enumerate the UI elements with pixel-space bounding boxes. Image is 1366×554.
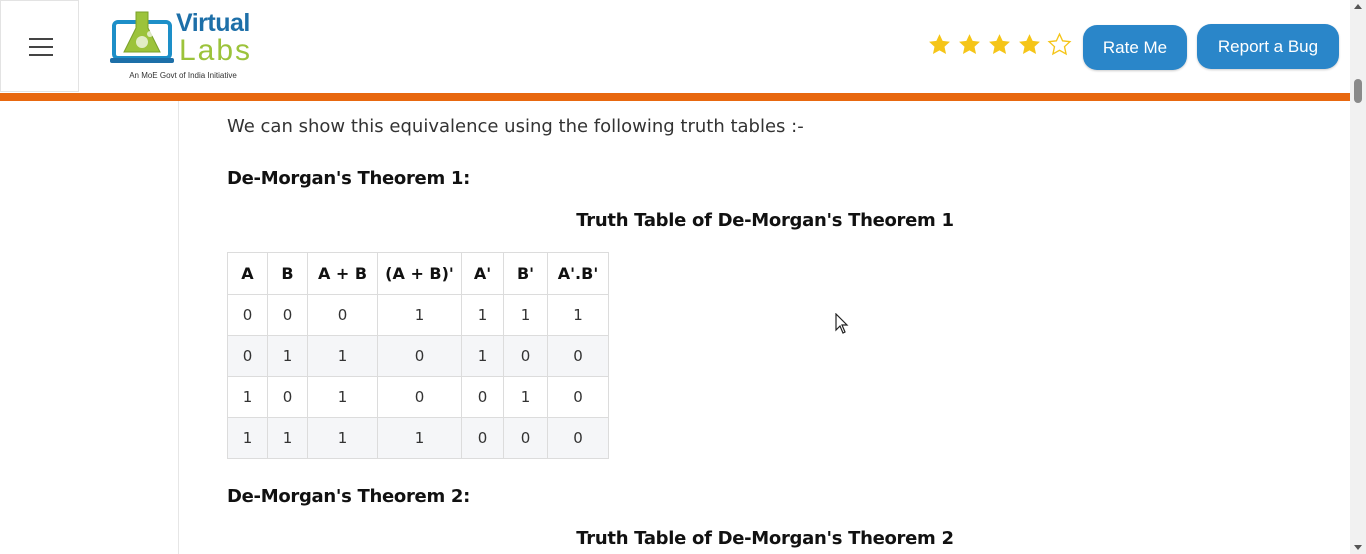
table-cell: 0 [377,376,462,418]
table-cell: 1 [307,417,378,459]
star-filled-icon[interactable] [1017,32,1042,57]
table-row: 0 1 1 0 1 0 0 [227,335,609,377]
column-header: A' [461,252,504,295]
column-header: A [227,252,268,295]
star-filled-icon[interactable] [927,32,952,57]
table-cell: 1 [307,335,378,377]
column-header: B [267,252,308,295]
table-cell: 0 [547,417,609,459]
table-cell: 1 [547,294,609,336]
column-header: A + B [307,252,378,295]
site-header: Virtual Labs An MoE Govt of India Initia… [0,0,1350,93]
table-header-row: A B A + B (A + B)' A' B' A'.B' [227,252,609,295]
star-empty-icon[interactable] [1047,32,1072,57]
content-divider [178,101,179,554]
table-cell: 0 [227,335,268,377]
table-cell: 0 [547,335,609,377]
hamburger-menu-button[interactable] [0,0,79,92]
table-cell: 0 [503,417,548,459]
truth-table-1: A B A + B (A + B)' A' B' A'.B' 0 0 0 1 1… [227,252,609,459]
table-row: 1 0 1 0 0 1 0 [227,376,609,418]
table-cell: 0 [307,294,378,336]
table-cell: 1 [377,417,462,459]
table-cell: 0 [377,335,462,377]
table-cell: 1 [503,376,548,418]
table-cell: 1 [461,335,504,377]
table-cell: 1 [267,417,308,459]
scroll-down-arrow-icon[interactable] [1354,545,1362,550]
rate-me-button[interactable]: Rate Me [1083,25,1187,70]
table-cell: 1 [227,376,268,418]
vertical-scrollbar[interactable] [1350,0,1366,554]
table-cell: 0 [267,376,308,418]
table-cell: 1 [307,376,378,418]
table2-caption: Truth Table of De-Morgan's Theorem 2 [576,528,954,549]
star-filled-icon[interactable] [957,32,982,57]
table-cell: 0 [461,376,504,418]
column-header: B' [503,252,548,295]
hamburger-menu-icon [29,38,53,40]
intro-text: We can show this equivalence using the f… [227,116,804,137]
table-cell: 0 [547,376,609,418]
column-header: A'.B' [547,252,609,295]
report-bug-button[interactable]: Report a Bug [1197,24,1339,69]
theorem1-heading: De-Morgan's Theorem 1: [227,168,471,189]
table-cell: 0 [267,294,308,336]
table1-caption: Truth Table of De-Morgan's Theorem 1 [576,210,954,231]
star-filled-icon[interactable] [987,32,1012,57]
flask-monitor-icon [110,11,174,63]
table-row: 1 1 1 1 0 0 0 [227,417,609,459]
table-cell: 1 [267,335,308,377]
header-accent-bar [0,93,1350,101]
table-cell: 1 [461,294,504,336]
virtual-labs-logo[interactable]: Virtual Labs An MoE Govt of India Initia… [108,6,258,86]
star-rating[interactable] [927,32,1072,58]
table-cell: 0 [227,294,268,336]
theorem2-heading: De-Morgan's Theorem 2: [227,486,471,507]
mouse-pointer-icon [835,313,849,334]
hamburger-line [29,54,53,56]
table-cell: 1 [227,417,268,459]
column-header: (A + B)' [377,252,462,295]
scrollbar-thumb[interactable] [1354,79,1362,103]
scroll-up-arrow-icon[interactable] [1354,4,1362,9]
hamburger-line [29,46,53,48]
table-cell: 0 [503,335,548,377]
table-row: 0 0 0 1 1 1 1 [227,294,609,336]
table-cell: 0 [461,417,504,459]
logo-word-labs: Labs [179,34,253,67]
table-cell: 1 [377,294,462,336]
logo-tagline: An MoE Govt of India Initiative [129,71,237,80]
table-cell: 1 [503,294,548,336]
